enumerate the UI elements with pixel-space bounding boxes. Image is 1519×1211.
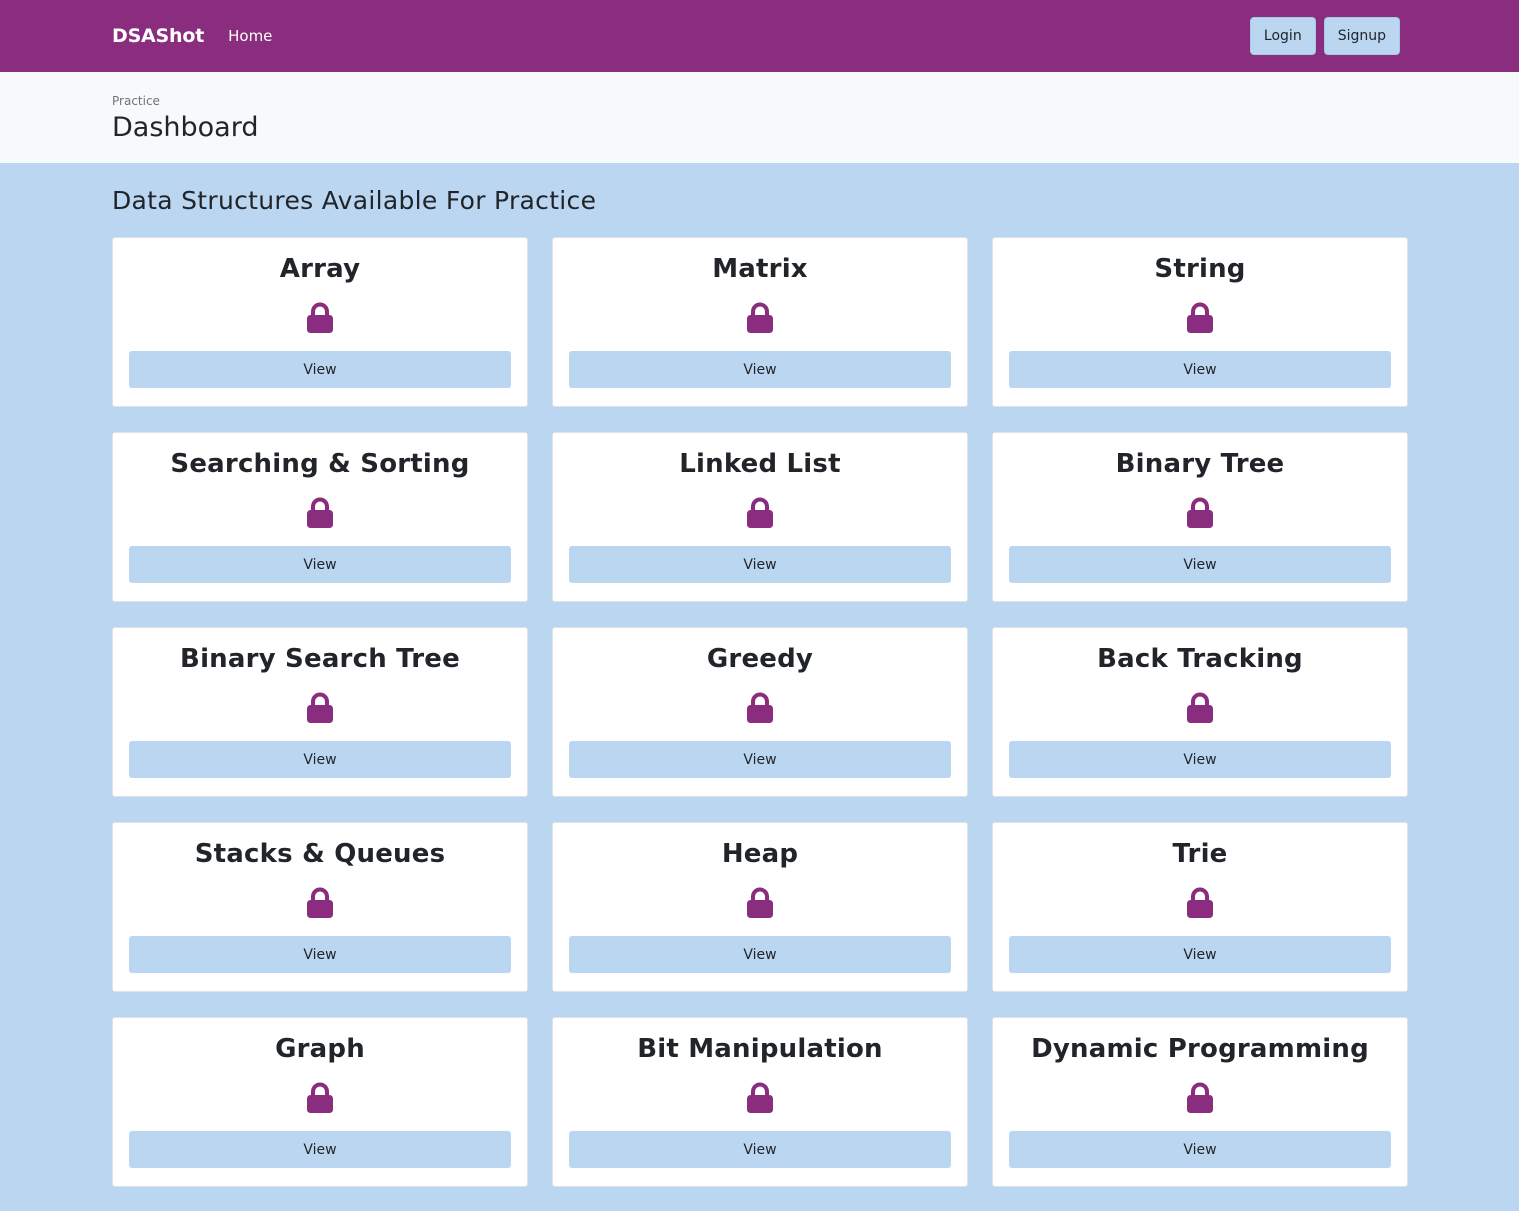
view-button[interactable]: View <box>129 546 511 583</box>
main-content: Data Structures Available For Practice A… <box>0 163 1519 1187</box>
topic-card: Array View <box>112 237 528 407</box>
section-title: Data Structures Available For Practice <box>112 186 597 215</box>
view-button[interactable]: View <box>129 351 511 388</box>
topic-card: Bit Manipulation View <box>552 1017 968 1187</box>
top-navbar: DSAShot Home Login Signup <box>0 0 1519 72</box>
topic-card-title: Dynamic Programming <box>1031 1034 1369 1064</box>
topic-card-title: Searching & Sorting <box>170 449 470 479</box>
topic-card: Linked List View <box>552 432 968 602</box>
lock-icon <box>1187 887 1213 918</box>
view-button[interactable]: View <box>569 1131 951 1168</box>
lock-icon <box>1187 497 1213 528</box>
lock-icon <box>307 302 333 333</box>
page-title: Dashboard <box>112 112 259 143</box>
nav-link-home[interactable]: Home <box>228 27 272 45</box>
topic-card: Dynamic Programming View <box>992 1017 1408 1187</box>
lock-icon <box>1187 1082 1213 1113</box>
topic-card: Stacks & Queues View <box>112 822 528 992</box>
lock-icon <box>1187 302 1213 333</box>
topic-card: String View <box>992 237 1408 407</box>
lock-icon <box>747 887 773 918</box>
lock-icon <box>307 887 333 918</box>
brand-logo[interactable]: DSAShot <box>112 25 204 47</box>
breadcrumb: Practice <box>112 94 160 108</box>
topic-card-title: Stacks & Queues <box>194 839 446 869</box>
topic-card-title: String <box>1154 254 1246 284</box>
topic-card-title: Bit Manipulation <box>637 1034 883 1064</box>
topic-card-title: Greedy <box>706 644 814 674</box>
topic-card: Matrix View <box>552 237 968 407</box>
view-button[interactable]: View <box>569 351 951 388</box>
page-header: Practice Dashboard <box>0 72 1519 163</box>
topic-card-title: Binary Search Tree <box>180 644 460 674</box>
view-button[interactable]: View <box>1009 546 1391 583</box>
topic-card-title: Binary Tree <box>1115 449 1285 479</box>
topic-card-title: Linked List <box>679 449 841 479</box>
topic-card: Binary Tree View <box>992 432 1408 602</box>
topic-card-title: Heap <box>721 839 799 869</box>
auth-buttons: Login Signup <box>1249 17 1400 55</box>
topic-card: Heap View <box>552 822 968 992</box>
topic-card: Back Tracking View <box>992 627 1408 797</box>
view-button[interactable]: View <box>1009 936 1391 973</box>
topic-card-title: Array <box>279 254 361 284</box>
view-button[interactable]: View <box>569 936 951 973</box>
topic-card-title: Matrix <box>712 254 808 284</box>
topic-card-title: Back Tracking <box>1097 644 1303 674</box>
lock-icon <box>307 692 333 723</box>
topic-card: Searching & Sorting View <box>112 432 528 602</box>
view-button[interactable]: View <box>1009 741 1391 778</box>
lock-icon <box>747 302 773 333</box>
login-button[interactable]: Login <box>1249 17 1316 55</box>
lock-icon <box>747 692 773 723</box>
topic-card-grid: Array View Matrix View String View Searc… <box>112 237 1408 1187</box>
topic-card: Greedy View <box>552 627 968 797</box>
lock-icon <box>747 497 773 528</box>
lock-icon <box>747 1082 773 1113</box>
lock-icon <box>1187 692 1213 723</box>
view-button[interactable]: View <box>569 546 951 583</box>
view-button[interactable]: View <box>129 936 511 973</box>
topic-card: Trie View <box>992 822 1408 992</box>
signup-button[interactable]: Signup <box>1323 17 1400 55</box>
topic-card-title: Graph <box>275 1034 365 1064</box>
view-button[interactable]: View <box>129 1131 511 1168</box>
view-button[interactable]: View <box>569 741 951 778</box>
topic-card: Binary Search Tree View <box>112 627 528 797</box>
topic-card: Graph View <box>112 1017 528 1187</box>
view-button[interactable]: View <box>1009 351 1391 388</box>
view-button[interactable]: View <box>129 741 511 778</box>
view-button[interactable]: View <box>1009 1131 1391 1168</box>
topic-card-title: Trie <box>1172 839 1228 869</box>
lock-icon <box>307 1082 333 1113</box>
lock-icon <box>307 497 333 528</box>
